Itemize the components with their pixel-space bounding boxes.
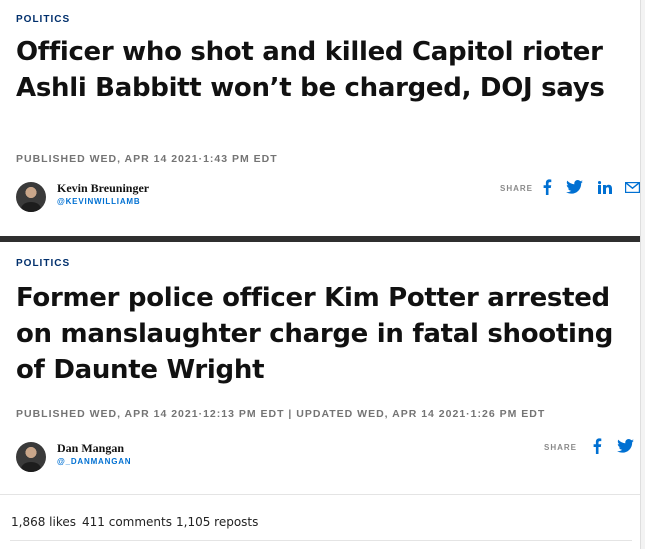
section-label[interactable]: POLITICS bbox=[16, 258, 70, 269]
twitter-icon[interactable] bbox=[566, 180, 583, 194]
author-avatar[interactable] bbox=[16, 442, 46, 472]
published-timestamp: PUBLISHED WED, APR 14 2021·1:43 PM EDT bbox=[16, 153, 278, 165]
share-label: SHARE bbox=[500, 184, 534, 193]
section-label[interactable]: POLITICS bbox=[16, 14, 70, 25]
likes-count[interactable]: 1,868 likes bbox=[11, 515, 76, 529]
linkedin-icon[interactable] bbox=[598, 181, 612, 194]
article-card-1: POLITICS Officer who shot and killed Cap… bbox=[0, 0, 645, 236]
social-stats-bar: 1,868 likes 411 comments 1,105 reposts bbox=[0, 494, 640, 549]
article-headline[interactable]: Former police officer Kim Potter arreste… bbox=[16, 280, 626, 388]
scrollbar[interactable] bbox=[640, 0, 645, 549]
comments-count[interactable]: 411 comments bbox=[82, 515, 172, 529]
article-card-2: POLITICS Former police officer Kim Potte… bbox=[0, 242, 645, 490]
share-label: SHARE bbox=[544, 443, 578, 452]
reposts-count[interactable]: 1,105 reposts bbox=[176, 515, 258, 529]
author-name[interactable]: Kevin Breuninger bbox=[57, 181, 149, 196]
twitter-icon[interactable] bbox=[617, 439, 634, 453]
email-icon[interactable] bbox=[625, 182, 640, 193]
author-name[interactable]: Dan Mangan bbox=[57, 441, 124, 456]
published-timestamp: PUBLISHED WED, APR 14 2021·12:13 PM EDT … bbox=[16, 408, 546, 420]
author-avatar[interactable] bbox=[16, 182, 46, 212]
divider bbox=[10, 540, 632, 541]
facebook-icon[interactable] bbox=[592, 438, 602, 454]
facebook-icon[interactable] bbox=[542, 179, 552, 195]
author-handle[interactable]: @_DANMANGAN bbox=[57, 457, 131, 466]
author-handle[interactable]: @KEVINWILLIAMB bbox=[57, 197, 140, 206]
article-headline[interactable]: Officer who shot and killed Capitol riot… bbox=[16, 34, 626, 106]
